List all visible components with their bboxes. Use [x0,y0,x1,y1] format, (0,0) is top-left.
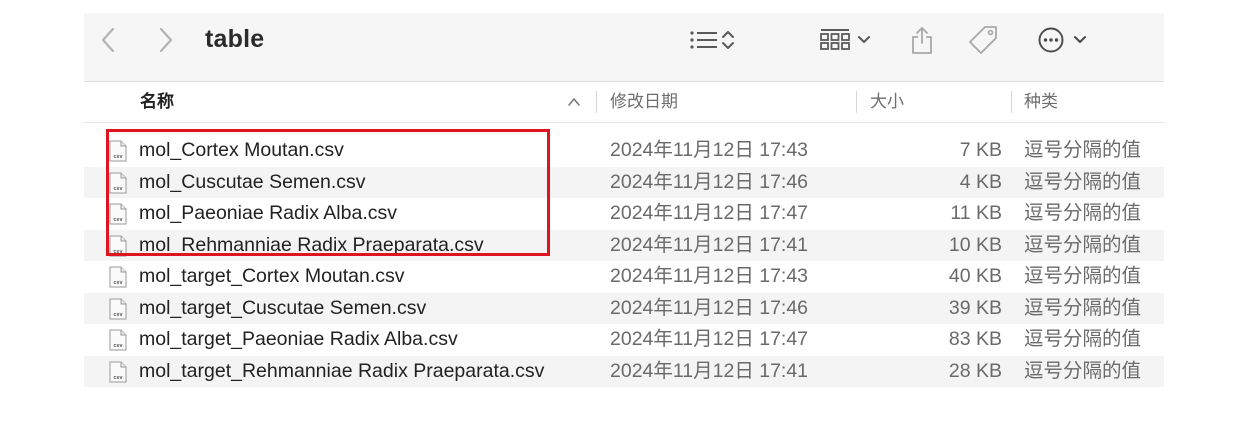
chevron-left-icon [101,27,115,53]
file-kind: 逗号分隔的值 [1024,265,1142,287]
tag-icon [969,26,997,54]
toolbar: table [84,13,1164,82]
file-date: 2024年11月12日 17:47 [610,202,809,224]
file-date: 2024年11月12日 17:46 [610,170,809,193]
file-size: 40 KB [948,265,1002,287]
column-divider[interactable] [1011,91,1012,113]
column-header-kind[interactable]: 种类 [1024,82,1058,122]
file-name: mol_Cortex Moutan.csv [139,139,344,161]
file-size: 7 KB [959,139,1002,161]
file-size: 4 KB [959,170,1002,193]
file-name: mol_target_Paeoniae Radix Alba.csv [139,328,458,350]
file-row[interactable]: csv mol_Cortex Moutan.csv 2024年11月12日 17… [84,135,1164,167]
chevron-right-icon [159,27,173,53]
file-size: 11 KB [950,202,1002,224]
svg-text:csv: csv [113,343,123,349]
window-title: table [205,25,265,53]
file-date: 2024年11月12日 17:43 [610,139,809,161]
file-name: mol_Paeoniae Radix Alba.csv [139,202,397,224]
file-kind: 逗号分隔的值 [1024,170,1142,193]
file-kind: 逗号分隔的值 [1024,328,1142,350]
file-size: 39 KB [948,296,1002,319]
column-divider[interactable] [596,91,597,113]
svg-text:csv: csv [113,249,123,255]
finder-window: table 名称 修改日期 大小 种类 csv mol_Cortex Mouta… [84,13,1164,393]
file-name: mol_target_Cuscutae Semen.csv [139,296,427,319]
file-kind: 逗号分隔的值 [1024,359,1142,382]
file-row[interactable]: csv mol_target_Rehmanniae Radix Praepara… [84,355,1164,387]
forward-button[interactable] [152,23,180,57]
back-button[interactable] [94,23,122,57]
up-down-chevron-icon [722,31,734,49]
file-name: mol_Rehmanniae Radix Praeparata.csv [139,233,484,256]
file-kind: 逗号分隔的值 [1024,139,1142,161]
svg-text:csv: csv [113,375,123,381]
svg-text:csv: csv [113,280,123,286]
share-button[interactable] [902,23,942,57]
csv-file-icon: csv [109,361,127,382]
csv-file-icon: csv [109,266,127,288]
file-date: 2024年11月12日 17:41 [610,359,809,382]
svg-text:csv: csv [113,186,123,192]
file-size: 28 KB [948,359,1002,382]
csv-file-icon: csv [109,203,127,225]
svg-text:csv: csv [113,312,123,318]
csv-file-icon: csv [109,298,127,319]
file-date: 2024年11月12日 17:47 [610,328,809,350]
chevron-down-icon [1074,36,1086,43]
file-date: 2024年11月12日 17:41 [610,233,809,256]
file-row[interactable]: csv mol_target_Cuscutae Semen.csv 2024年1… [84,292,1164,324]
sort-ascending-icon[interactable] [567,96,581,108]
more-actions-button[interactable] [1032,23,1092,57]
more-icon [1038,27,1064,53]
group-button[interactable] [815,23,875,57]
list-view-icon [690,31,717,49]
column-header-size[interactable]: 大小 [870,82,904,122]
file-size: 10 KB [948,233,1002,256]
file-size: 83 KB [948,328,1002,350]
file-list: csv mol_Cortex Moutan.csv 2024年11月12日 17… [84,135,1164,387]
group-view-icon [820,29,850,50]
csv-file-icon: csv [109,329,127,351]
tag-button[interactable] [961,23,1005,57]
view-options-button[interactable] [682,23,742,57]
file-date: 2024年11月12日 17:46 [610,296,809,319]
chevron-down-icon [858,36,870,43]
file-name: mol_Cuscutae Semen.csv [139,170,366,193]
file-kind: 逗号分隔的值 [1024,233,1142,256]
share-icon [912,27,932,54]
column-header-name[interactable]: 名称 [140,82,174,122]
svg-text:csv: csv [113,154,123,160]
file-row[interactable]: csv mol_target_Cortex Moutan.csv 2024年11… [84,261,1164,293]
file-name: mol_target_Rehmanniae Radix Praeparata.c… [139,359,545,382]
file-kind: 逗号分隔的值 [1024,202,1142,224]
file-name: mol_target_Cortex Moutan.csv [139,265,405,287]
file-row[interactable]: csv mol_Rehmanniae Radix Praeparata.csv … [84,229,1164,261]
csv-file-icon: csv [109,140,127,162]
file-kind: 逗号分隔的值 [1024,296,1142,319]
file-row[interactable]: csv mol_Paeoniae Radix Alba.csv 2024年11月… [84,198,1164,230]
column-header-row: 名称 修改日期 大小 种类 [84,82,1164,123]
file-row[interactable]: csv mol_target_Paeoniae Radix Alba.csv 2… [84,324,1164,356]
file-date: 2024年11月12日 17:43 [610,265,809,287]
svg-text:csv: csv [113,217,123,223]
csv-file-icon: csv [109,172,127,193]
csv-file-icon: csv [109,235,127,256]
column-divider[interactable] [856,91,857,113]
file-row[interactable]: csv mol_Cuscutae Semen.csv 2024年11月12日 1… [84,166,1164,198]
column-header-date[interactable]: 修改日期 [610,82,678,122]
